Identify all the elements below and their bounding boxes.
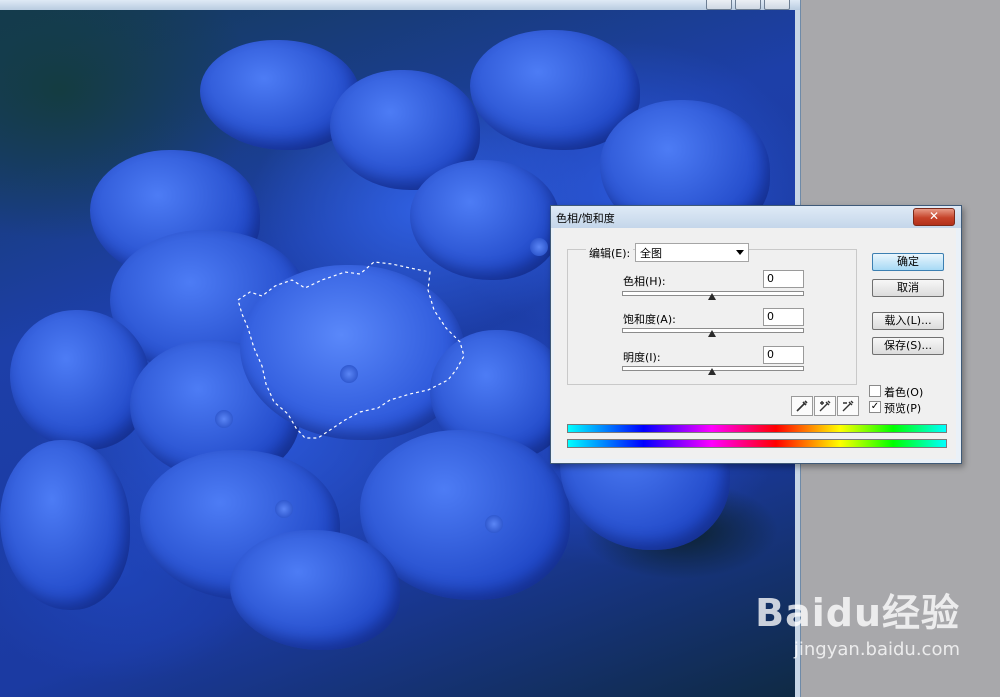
watermark-logo: Baidu经验: [755, 591, 960, 635]
saturation-slider-thumb[interactable]: [708, 330, 716, 337]
colorize-label: 着色(O): [884, 386, 924, 399]
colorize-checkbox[interactable]: [869, 385, 881, 397]
ok-button[interactable]: 确定: [872, 253, 944, 271]
eyedropper-minus-icon: [842, 400, 854, 412]
eyedropper-plus-button[interactable]: [814, 396, 836, 416]
eyedropper-button[interactable]: [791, 396, 813, 416]
dialog-body: 编辑(E): 全图 色相(H): 0 饱和度(A): 0 明度(I): 0 确定…: [554, 228, 956, 459]
eyedropper-minus-button[interactable]: [837, 396, 859, 416]
lightness-slider-thumb[interactable]: [708, 368, 716, 375]
watermark-site: jingyan.baidu.com: [793, 639, 960, 660]
hue-slider-thumb[interactable]: [708, 293, 716, 300]
source-color-bar: [567, 424, 947, 433]
cancel-button[interactable]: 取消: [872, 279, 944, 297]
hue-input[interactable]: 0: [763, 270, 804, 288]
edit-label: 编辑(E):: [586, 245, 634, 261]
saturation-input[interactable]: 0: [763, 308, 804, 326]
hue-label: 色相(H):: [623, 275, 666, 288]
result-color-bar: [567, 439, 947, 448]
adjustment-group: [567, 249, 857, 385]
edit-dropdown[interactable]: 全图: [635, 243, 749, 262]
lightness-input[interactable]: 0: [763, 346, 804, 364]
dialog-titlebar[interactable]: 色相/饱和度 ✕: [551, 206, 961, 228]
hue-saturation-dialog: 色相/饱和度 ✕ 编辑(E): 全图 色相(H): 0 饱和度(A): 0 明度…: [550, 205, 962, 464]
chevron-down-icon: [736, 250, 744, 255]
lightness-label: 明度(I):: [623, 351, 661, 364]
load-button[interactable]: 载入(L)...: [872, 312, 944, 330]
saturation-label: 饱和度(A):: [623, 313, 676, 326]
preview-label: 预览(P): [884, 402, 922, 415]
preview-checkbox[interactable]: ✓: [869, 401, 881, 413]
save-button[interactable]: 保存(S)...: [872, 337, 944, 355]
eyedropper-icon: [796, 400, 808, 412]
eyedropper-plus-icon: [819, 400, 831, 412]
watermark: Baidu经验 jingyan.baidu.com: [755, 582, 960, 660]
edit-dropdown-value: 全图: [640, 247, 662, 260]
close-button[interactable]: ✕: [913, 208, 955, 226]
dialog-title: 色相/饱和度: [556, 212, 615, 225]
